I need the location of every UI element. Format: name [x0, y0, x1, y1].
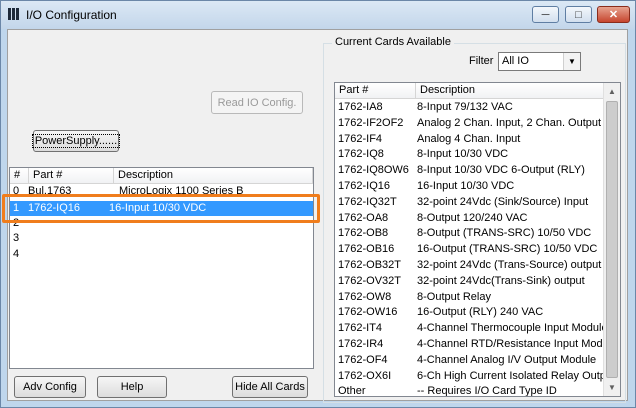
card-description: 6-Ch High Current Isolated Relay Output [417, 369, 603, 382]
selection-highlight-box [2, 194, 320, 223]
chevron-down-icon[interactable]: ▼ [563, 53, 580, 70]
card-row[interactable]: 1762-IF2OF2 Analog 2 Chan. Input, 2 Chan.… [335, 116, 603, 132]
card-row[interactable]: Other -- Requires I/O Card Type ID [335, 384, 603, 397]
hide-all-cards-button[interactable]: Hide All Cards [232, 376, 308, 398]
card-row[interactable]: 1762-IQ32T 32-point 24Vdc (Sink/Source) I… [335, 195, 603, 211]
card-description: -- Requires I/O Card Type ID [417, 385, 557, 397]
card-part: 1762-OB16 [338, 243, 395, 256]
card-row[interactable]: 1762-IF4 Analog 4 Chan. Input [335, 132, 603, 148]
card-description: Analog 4 Chan. Input [417, 132, 521, 145]
card-description: 8-Output Relay [417, 290, 491, 303]
part-column-header[interactable]: Part # [29, 168, 114, 184]
card-description: 4-Channel Analog I/V Output Module [417, 353, 597, 366]
scroll-up-icon[interactable]: ▲ [604, 83, 620, 100]
card-row[interactable]: 1762-OF4 4-Channel Analog I/V Output Modu… [335, 353, 603, 369]
slot-row[interactable]: 4 [10, 247, 313, 262]
scroll-down-icon[interactable]: ▼ [604, 379, 620, 396]
card-description: 8-Input 10/30 VDC [417, 148, 509, 161]
help-button[interactable]: Help [97, 376, 167, 398]
card-part: 1762-IQ16 [338, 180, 390, 192]
card-description: 32-point 24Vdc (Sink/Source) Input [417, 195, 589, 208]
read-io-config-button[interactable]: Read IO Config. [211, 91, 303, 114]
card-row[interactable]: 1762-IQ8 8-Input 10/30 VDC [335, 147, 603, 163]
card-part: 1762-OB32T [338, 259, 401, 271]
card-row[interactable]: 1762-IQ16 16-Input 10/30 VDC [335, 179, 603, 195]
card-row[interactable]: 1762-OB8 8-Output (TRANS-SRC) 10/50 VDC [335, 226, 603, 242]
slot-column-header[interactable]: # [10, 168, 29, 184]
card-description: 4-Channel Thermocouple Input Module [417, 322, 603, 335]
app-icon [7, 7, 21, 21]
card-row[interactable]: 1762-OV32T 32-point 24Vdc(Trans-Sink) out… [335, 274, 603, 290]
card-description: 16-Input 10/30 VDC [417, 180, 515, 192]
card-part: 1762-OV32T [338, 274, 401, 287]
card-row[interactable]: 1762-OA8 8-Output 120/240 VAC [335, 211, 603, 227]
card-part: 1762-OF4 [338, 353, 388, 366]
close-icon: ✕ [608, 9, 619, 21]
card-description: Analog 2 Chan. Input, 2 Chan. Output [417, 116, 602, 129]
close-button[interactable]: ✕ [597, 6, 630, 23]
card-description: 32-point 24Vdc (Trans-Source) output [417, 259, 602, 271]
filter-select[interactable]: All IO ▼ [498, 52, 581, 71]
minimize-button[interactable]: ─ [532, 6, 559, 23]
card-part: 1762-IA8 [338, 101, 383, 113]
power-supply-button[interactable]: PowerSupply...... [31, 130, 121, 152]
scroll-thumb[interactable] [606, 101, 618, 378]
cards-scrollbar[interactable]: ▲ ▼ [603, 83, 620, 396]
card-row[interactable]: 1762-OX6I 6-Ch High Current Isolated Rela… [335, 369, 603, 385]
card-part: 1762-OB8 [338, 227, 389, 240]
window-title: I/O Configuration [26, 8, 117, 22]
card-row[interactable]: 1762-IA8 8-Input 79/132 VAC [335, 100, 603, 116]
card-part: 1762-OA8 [338, 211, 389, 224]
card-part: 1762-OW16 [338, 306, 398, 319]
card-part: 1762-IT4 [338, 322, 383, 335]
card-description: 8-Input 10/30 VDC 6-Output (RLY) [417, 164, 585, 177]
card-part: 1762-IQ8OW6 [338, 164, 409, 177]
card-row[interactable]: 1762-IQ8OW6 8-Input 10/30 VDC 6-Output (R… [335, 163, 603, 179]
card-row[interactable]: 1762-OW8 8-Output Relay [335, 290, 603, 306]
card-description-column-header[interactable]: Description [416, 83, 605, 99]
card-row[interactable]: 1762-OW16 16-Output (RLY) 240 VAC [335, 305, 603, 321]
card-part-column-header[interactable]: Part # [335, 83, 416, 99]
card-row[interactable]: 1762-IR4 4-Channel RTD/Resistance Input M… [335, 337, 603, 353]
filter-label: Filter [469, 55, 494, 67]
card-description: 8-Output (TRANS-SRC) 10/50 VDC [417, 227, 592, 240]
title-bar[interactable]: I/O Configuration ─ □ ✕ [1, 1, 635, 29]
slot-row[interactable]: 3 [10, 231, 313, 246]
available-cards-list[interactable]: Part # Description 1762-IA8 8-Input 79/13… [334, 82, 621, 397]
adv-config-button[interactable]: Adv Config [14, 376, 86, 398]
card-row[interactable]: 1762-OB32T 32-point 24Vdc (Trans-Source) … [335, 258, 603, 274]
card-part: 1762-IR4 [338, 338, 384, 350]
card-description: 16-Output (RLY) 240 VAC [417, 306, 544, 319]
card-description: 32-point 24Vdc(Trans-Sink) output [417, 274, 585, 287]
card-description: 4-Channel RTD/Resistance Input Module [417, 338, 603, 350]
maximize-icon: □ [575, 8, 582, 21]
card-part: 1762-IQ8 [338, 148, 384, 161]
card-part: 1762-IF4 [338, 132, 383, 145]
current-cards-title: Current Cards Available [332, 36, 454, 48]
card-part: 1762-IQ32T [338, 195, 397, 208]
card-row[interactable]: 1762-IT4 4-Channel Thermocouple Input Mod… [335, 321, 603, 337]
card-part: 1762-OX6I [338, 369, 392, 382]
card-part: 1762-OW8 [338, 290, 392, 303]
maximize-button[interactable]: □ [565, 6, 592, 23]
minimize-icon: ─ [541, 8, 550, 21]
card-part: Other [338, 385, 366, 397]
card-description: 8-Output 120/240 VAC [417, 211, 528, 224]
card-part: 1762-IF2OF2 [338, 116, 404, 129]
card-description: 8-Input 79/132 VAC [417, 101, 513, 113]
card-description: 16-Output (TRANS-SRC) 10/50 VDC [417, 243, 598, 256]
card-row[interactable]: 1762-OB16 16-Output (TRANS-SRC) 10/50 VDC [335, 242, 603, 258]
description-column-header[interactable]: Description [114, 168, 313, 184]
